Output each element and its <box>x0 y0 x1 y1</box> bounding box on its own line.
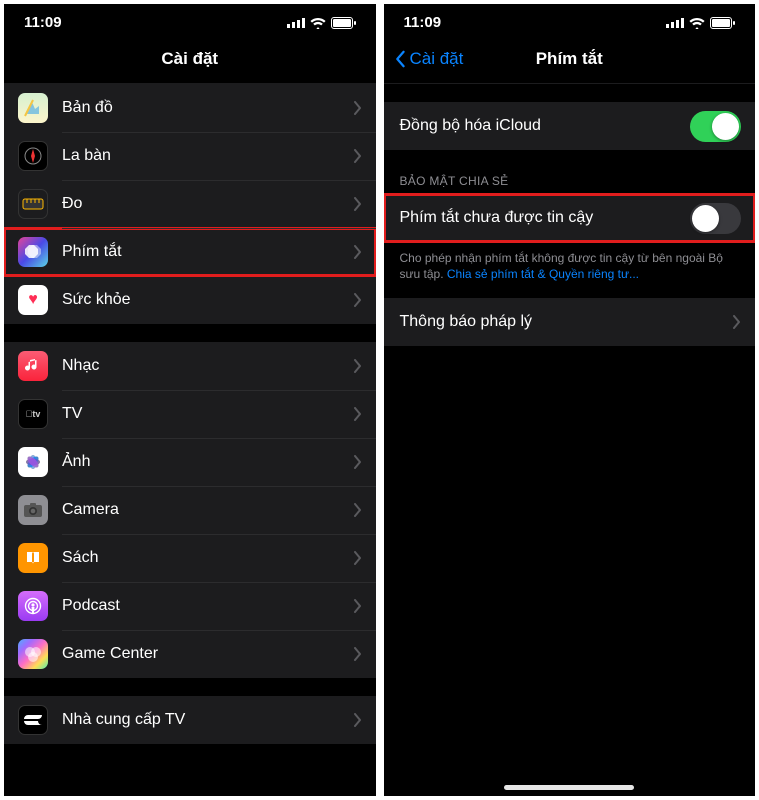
row-label: Đo <box>48 195 354 213</box>
shortcuts-icon <box>18 237 48 267</box>
chevron-right-icon <box>354 455 362 469</box>
navbar-right: Cài đặt Phím tắt <box>384 37 756 84</box>
settings-row-health[interactable]: ♥Sức khỏe <box>4 276 376 324</box>
chevron-right-icon <box>354 245 362 259</box>
page-title: Phím tắt <box>536 49 603 69</box>
icloud-sync-toggle[interactable] <box>690 111 741 142</box>
settings-row-measure[interactable]: Đo <box>4 180 376 228</box>
chevron-left-icon <box>394 50 406 68</box>
chevron-right-icon <box>354 101 362 115</box>
page-title: Cài đặt <box>161 49 218 69</box>
settings-row-music[interactable]: Nhạc <box>4 342 376 390</box>
row-label: Sức khỏe <box>48 291 354 309</box>
navbar-left: Cài đặt <box>4 37 376 84</box>
chevron-right-icon <box>354 197 362 211</box>
security-header: BẢO MẬT CHIA SẺ <box>384 168 756 194</box>
row-label: Phím tắt <box>48 243 354 261</box>
legal-notice-row[interactable]: Thông báo pháp lý <box>384 298 756 346</box>
chevron-right-icon <box>354 713 362 727</box>
chevron-right-icon <box>354 359 362 373</box>
row-label: La bàn <box>48 147 354 165</box>
right-phone: 11:09 Cài đặt Phím tắt Đồng bộ hóa iClou… <box>384 4 756 796</box>
row-label: Phím tắt chưa được tin cậy <box>398 209 691 227</box>
battery-icon <box>710 17 735 29</box>
settings-row-compass[interactable]: La bàn <box>4 132 376 180</box>
status-bar: 11:09 <box>4 4 376 37</box>
chevron-right-icon <box>733 315 741 329</box>
settings-row-tvprovider[interactable]: Nhà cung cấp TV <box>4 696 376 744</box>
cellular-icon <box>666 17 684 28</box>
chevron-right-icon <box>354 599 362 613</box>
row-label: Bản đồ <box>48 99 354 117</box>
settings-row-podcast[interactable]: Podcast <box>4 582 376 630</box>
photos-icon <box>18 447 48 477</box>
row-label: Đồng bộ hóa iCloud <box>398 117 691 135</box>
settings-row-books[interactable]: Sách <box>4 534 376 582</box>
row-label: Ảnh <box>48 453 354 471</box>
settings-row-tv[interactable]: tvTV <box>4 390 376 438</box>
tv-icon: tv <box>18 399 48 429</box>
books-icon <box>18 543 48 573</box>
clock: 11:09 <box>404 14 442 31</box>
home-indicator[interactable] <box>504 785 634 790</box>
row-label: Camera <box>48 501 354 519</box>
gamecenter-icon <box>18 639 48 669</box>
chevron-right-icon <box>354 407 362 421</box>
back-button[interactable]: Cài đặt <box>394 49 464 69</box>
settings-list[interactable]: Bản đồ La bàn Đo Phím tắt ♥Sức khỏe Nhạc tvTV… <box>4 84 376 796</box>
settings-row-shortcuts[interactable]: Phím tắt <box>4 228 376 276</box>
tvprovider-icon <box>18 705 48 735</box>
untrusted-shortcuts-row[interactable]: Phím tắt chưa được tin cậy <box>384 194 756 242</box>
health-icon: ♥ <box>18 285 48 315</box>
settings-row-gamecenter[interactable]: Game Center <box>4 630 376 678</box>
row-label: Nhạc <box>48 357 354 375</box>
shortcut-settings[interactable]: Đồng bộ hóa iCloud BẢO MẬT CHIA SẺ Phím … <box>384 84 756 779</box>
settings-row-photos[interactable]: Ảnh <box>4 438 376 486</box>
untrusted-shortcuts-toggle[interactable] <box>690 203 741 234</box>
maps-icon <box>18 93 48 123</box>
podcast-icon <box>18 591 48 621</box>
cellular-icon <box>287 17 305 28</box>
row-label: Nhà cung cấp TV <box>48 711 354 729</box>
status-right <box>666 17 735 29</box>
compass-icon <box>18 141 48 171</box>
row-label: TV <box>48 405 354 423</box>
security-footer: Cho phép nhận phím tắt không được tin cậ… <box>384 242 756 290</box>
back-label: Cài đặt <box>410 49 464 69</box>
left-phone: 11:09 Cài đặt Bản đồ La bàn Đo Phím tắt ♥Sức… <box>4 4 376 796</box>
chevron-right-icon <box>354 149 362 163</box>
camera-icon <box>18 495 48 525</box>
music-icon <box>18 351 48 381</box>
row-label: Podcast <box>48 597 354 615</box>
icloud-sync-row[interactable]: Đồng bộ hóa iCloud <box>384 102 756 150</box>
clock: 11:09 <box>24 14 62 31</box>
row-label: Sách <box>48 549 354 567</box>
row-label: Thông báo pháp lý <box>398 313 734 331</box>
chevron-right-icon <box>354 503 362 517</box>
battery-icon <box>331 17 356 29</box>
settings-row-maps[interactable]: Bản đồ <box>4 84 376 132</box>
row-label: Game Center <box>48 645 354 663</box>
chevron-right-icon <box>354 293 362 307</box>
wifi-icon <box>310 17 326 29</box>
privacy-link[interactable]: Chia sẻ phím tắt & Quyền riêng tư... <box>447 267 639 281</box>
status-bar: 11:09 <box>384 4 756 37</box>
chevron-right-icon <box>354 551 362 565</box>
chevron-right-icon <box>354 647 362 661</box>
measure-icon <box>18 189 48 219</box>
wifi-icon <box>689 17 705 29</box>
settings-row-camera[interactable]: Camera <box>4 486 376 534</box>
status-right <box>287 17 356 29</box>
